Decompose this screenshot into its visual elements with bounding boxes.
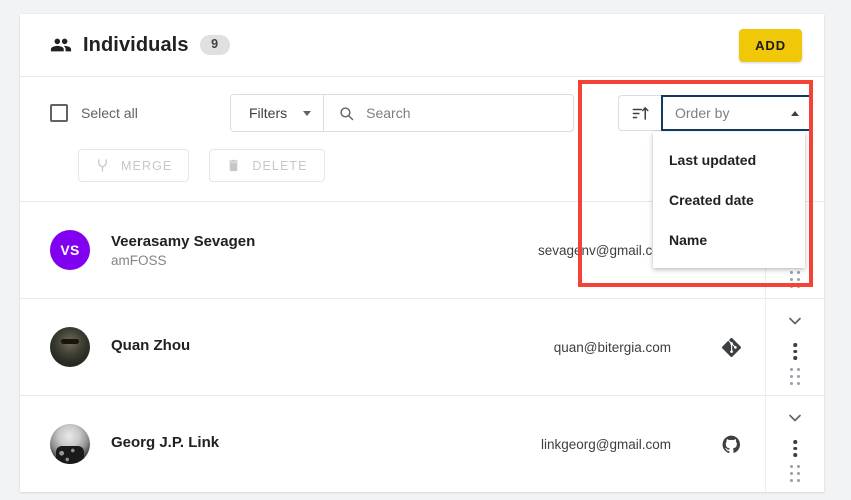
table-row[interactable]: Georg J.P. Link linkgeorg@gmail.com <box>20 395 824 492</box>
merge-button[interactable]: MERGE <box>78 149 190 182</box>
order-by-select[interactable]: Order by <box>661 95 813 131</box>
identity-block: Veerasamy Sevagen amFOSS <box>111 232 371 269</box>
filters-label: Filters <box>249 105 288 121</box>
toolbar: Select all Filters Search Order by Last … <box>20 77 824 268</box>
avatar-initials: VS <box>60 242 80 258</box>
filters-search-group: Filters Search <box>230 94 574 132</box>
individual-email: linkgeorg@gmail.com <box>540 436 671 452</box>
row-actions <box>765 396 824 492</box>
chevron-down-icon <box>303 110 312 116</box>
individual-email: sevagenv@gmail.com <box>537 242 671 258</box>
order-menu-item-last-updated[interactable]: Last updated <box>653 140 805 180</box>
card-header: Individuals 9 ADD <box>20 14 824 77</box>
individual-name: Quan Zhou <box>111 337 191 355</box>
chevron-down-icon[interactable] <box>785 408 805 428</box>
individual-email: quan@bitergia.com <box>553 339 671 355</box>
header-left: Individuals 9 <box>50 34 739 56</box>
chevron-up-icon <box>791 110 799 116</box>
add-button[interactable]: ADD <box>739 28 802 62</box>
identity-block: Georg J.P. Link <box>111 433 371 455</box>
delete-button[interactable]: DELETE <box>209 149 325 182</box>
drag-handle-icon[interactable] <box>790 271 800 288</box>
git-icon <box>721 337 741 357</box>
avatar: VS <box>50 230 90 270</box>
row-actions <box>765 299 824 395</box>
merge-label: MERGE <box>121 158 173 173</box>
drag-handle-icon[interactable] <box>790 465 800 482</box>
search-input-wrapper[interactable]: Search <box>324 95 573 131</box>
search-placeholder: Search <box>366 105 411 121</box>
avatar <box>50 327 90 367</box>
merge-icon <box>98 159 107 172</box>
people-icon <box>50 38 72 52</box>
trash-icon <box>229 159 239 172</box>
sort-direction-button[interactable] <box>618 95 661 131</box>
github-icon <box>722 435 740 453</box>
individual-name: Georg J.P. Link <box>111 434 220 452</box>
individual-organization: amFOSS <box>111 253 167 269</box>
kebab-menu-icon[interactable] <box>793 440 797 457</box>
select-all-control[interactable]: Select all <box>50 104 230 122</box>
order-menu-item-created-date[interactable]: Created date <box>653 180 805 220</box>
app-page: Individuals 9 ADD Select all Filters Sea… <box>0 0 851 500</box>
page-title: Individuals <box>83 34 189 56</box>
select-all-checkbox[interactable] <box>50 104 68 122</box>
individuals-count-badge: 9 <box>199 34 230 56</box>
order-menu-item-name[interactable]: Name <box>653 220 805 260</box>
select-all-label: Select all <box>81 105 138 121</box>
individual-name: Veerasamy Sevagen <box>111 232 256 250</box>
kebab-menu-icon[interactable] <box>793 343 797 360</box>
chevron-down-icon[interactable] <box>785 311 805 331</box>
order-by-menu: Last updated Created date Name <box>653 132 805 268</box>
order-by-placeholder: Order by <box>675 105 730 121</box>
table-row[interactable]: Quan Zhou quan@bitergia.com <box>20 298 824 395</box>
individuals-card: Individuals 9 ADD Select all Filters Sea… <box>20 14 824 492</box>
search-icon <box>340 106 354 120</box>
delete-label: DELETE <box>252 158 308 173</box>
drag-handle-icon[interactable] <box>790 368 800 385</box>
sort-ascending-icon <box>632 106 649 120</box>
order-by-group: Order by Last updated Created date Name <box>618 95 813 268</box>
identity-block: Quan Zhou <box>111 336 371 358</box>
avatar <box>50 424 90 464</box>
filters-button[interactable]: Filters <box>231 95 325 131</box>
